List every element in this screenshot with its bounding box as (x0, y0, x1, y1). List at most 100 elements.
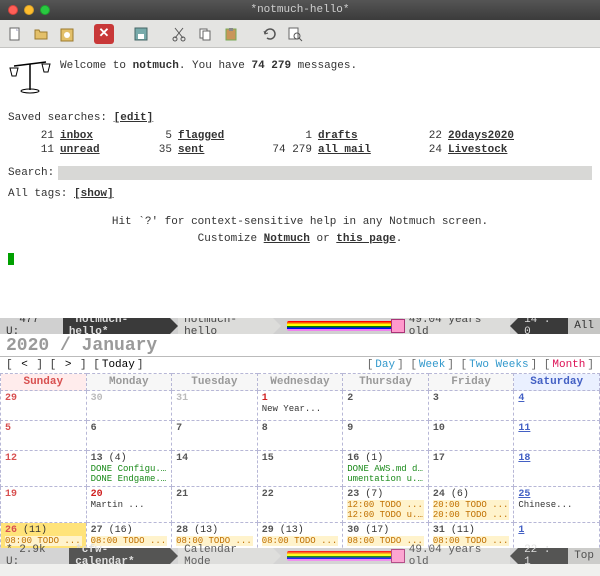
calendar-cell[interactable]: 15 (257, 451, 343, 487)
open-folder-icon[interactable] (30, 23, 52, 45)
save-icon[interactable] (130, 23, 152, 45)
calendar-cell[interactable]: 20Martin ... (86, 487, 172, 523)
calendar-cell[interactable]: 3 (428, 391, 514, 421)
calendar-cell[interactable]: 17 (428, 451, 514, 487)
calendar-cell[interactable]: 12 (1, 451, 87, 487)
day-number: 29 (5, 393, 17, 404)
next-month-button[interactable]: > (63, 359, 74, 371)
calendar-event[interactable]: Chinese... (518, 500, 595, 510)
paste-icon[interactable] (220, 23, 242, 45)
notmuch-hello-buffer: Welcome to notmuch. You have 74 279 mess… (0, 48, 600, 318)
saved-search-link[interactable]: all mail (318, 144, 408, 156)
customize-this-page-link[interactable]: this page (336, 233, 395, 245)
show-all-tags-button[interactable]: [show] (74, 188, 114, 200)
day-number: 1 (262, 393, 268, 404)
calendar-cell[interactable]: 18 (514, 451, 600, 487)
search-label: Search: (8, 167, 54, 179)
day-number: 24 (433, 489, 445, 500)
calendar-event[interactable]: DONE Endgame... (91, 474, 168, 484)
calendar-cell[interactable]: 1New Year... (257, 391, 343, 421)
event-count: (4) (103, 453, 127, 464)
find-icon[interactable] (284, 23, 306, 45)
prev-month-button[interactable]: < (19, 359, 30, 371)
calendar-cell[interactable]: 21 (172, 487, 258, 523)
calendar-cell[interactable]: 29 (1, 391, 87, 421)
calendar-event[interactable]: 08:00 TODO ... (262, 536, 339, 546)
calendar-event[interactable]: umentation u... (347, 474, 424, 484)
calendar-cell[interactable]: 11 (514, 421, 600, 451)
calendar-cell[interactable]: 24 (6)20:00 TODO ...20:00 TODO ... (428, 487, 514, 523)
undo-icon[interactable] (258, 23, 280, 45)
calendar-cell[interactable]: 7 (172, 421, 258, 451)
day-number: 8 (262, 423, 268, 434)
saved-search-link[interactable]: flagged (178, 130, 258, 142)
modeline-calendar: * 2.9k U: *cfw-calendar* Calendar Mode 4… (0, 548, 600, 564)
calendar-cell[interactable]: 5 (1, 421, 87, 451)
disk-icon[interactable] (56, 23, 78, 45)
calendar-cell[interactable]: 19 (1, 487, 87, 523)
cut-icon[interactable] (168, 23, 190, 45)
calendar-grid: SundayMondayTuesdayWednesdayThursdayFrid… (0, 373, 600, 548)
calendar-event[interactable]: 20:00 TODO ... (433, 500, 510, 510)
saved-search-link[interactable]: inbox (60, 130, 140, 142)
day-number: 30 (91, 393, 103, 404)
day-header: Tuesday (172, 374, 258, 391)
kill-buffer-icon[interactable]: ✕ (94, 24, 114, 44)
new-file-icon[interactable] (4, 23, 26, 45)
calendar-cell[interactable]: 16 (1)DONE AWS.md documentation u... (343, 451, 429, 487)
day-number: 1 (518, 525, 524, 536)
calendar-event[interactable]: DONE AWS.md doc (347, 464, 424, 474)
customize-notmuch-link[interactable]: Notmuch (264, 233, 310, 245)
notmuch-logo-icon (8, 54, 52, 94)
calendar-cell[interactable]: 4 (514, 391, 600, 421)
day-number: 7 (176, 423, 182, 434)
today-button[interactable]: Today (100, 359, 137, 371)
day-number: 28 (176, 525, 188, 536)
modeline2-pos: 22 : 1 (518, 548, 568, 564)
saved-search-link[interactable]: Livestock (448, 144, 558, 156)
calendar-event[interactable]: New Year... (262, 404, 339, 414)
day-number: 31 (433, 525, 445, 536)
calendar-event[interactable]: DONE Configu... (91, 464, 168, 474)
saved-searches-grid: 21inbox5flagged1drafts2220days202011unre… (22, 130, 592, 156)
calendar-cell[interactable]: 22 (257, 487, 343, 523)
view-day-button[interactable]: Day (373, 359, 397, 371)
calendar-event[interactable]: 12:00 TODO u... (347, 510, 424, 520)
calendar-event[interactable]: 20:00 TODO ... (433, 510, 510, 520)
calendar-cell[interactable]: 2 (343, 391, 429, 421)
calendar-cell[interactable]: 31 (172, 391, 258, 421)
saved-searches-header: Saved searches: [edit] (8, 112, 592, 124)
calendar-cell[interactable]: 30 (86, 391, 172, 421)
view-two-weeks-button[interactable]: Two Weeks (467, 359, 530, 371)
view-week-button[interactable]: Week (417, 359, 447, 371)
copy-icon[interactable] (194, 23, 216, 45)
calendar-cell[interactable]: 10 (428, 421, 514, 451)
help-line-2a: Customize (198, 233, 264, 245)
day-number: 17 (433, 453, 445, 464)
day-number: 5 (5, 423, 11, 434)
calendar-cell[interactable]: 13 (4)DONE Configu...DONE Endgame... (86, 451, 172, 487)
calendar-cell[interactable]: 14 (172, 451, 258, 487)
saved-search-link[interactable]: sent (178, 144, 258, 156)
day-header: Thursday (343, 374, 429, 391)
calendar-cell[interactable]: 6 (86, 421, 172, 451)
calendar-cell[interactable]: 29 (13)08:00 TODO ... (257, 523, 343, 549)
saved-search-link[interactable]: unread (60, 144, 140, 156)
day-number: 20 (91, 489, 103, 500)
day-number: 15 (262, 453, 274, 464)
saved-search-link[interactable]: 20days2020 (448, 130, 558, 142)
welcome-line: Welcome to notmuch. You have 74 279 mess… (8, 54, 592, 76)
calendar-cell[interactable]: 25Chinese... (514, 487, 600, 523)
modeline-notmuch: * 477 U: *notmuch-hello* notmuch-hello 4… (0, 318, 600, 334)
edit-saved-searches-button[interactable]: [edit] (114, 112, 154, 124)
calendar-event[interactable]: Martin ... (91, 500, 168, 510)
day-number: 22 (262, 489, 274, 500)
view-month-button[interactable]: Month (550, 359, 587, 371)
search-input[interactable] (58, 166, 592, 180)
saved-search-link[interactable]: drafts (318, 130, 408, 142)
calendar-cell[interactable]: 8 (257, 421, 343, 451)
search-count: 11 (22, 144, 60, 156)
calendar-cell[interactable]: 23 (7)12:00 TODO ...12:00 TODO u... (343, 487, 429, 523)
calendar-cell[interactable]: 9 (343, 421, 429, 451)
calendar-event[interactable]: 12:00 TODO ... (347, 500, 424, 510)
